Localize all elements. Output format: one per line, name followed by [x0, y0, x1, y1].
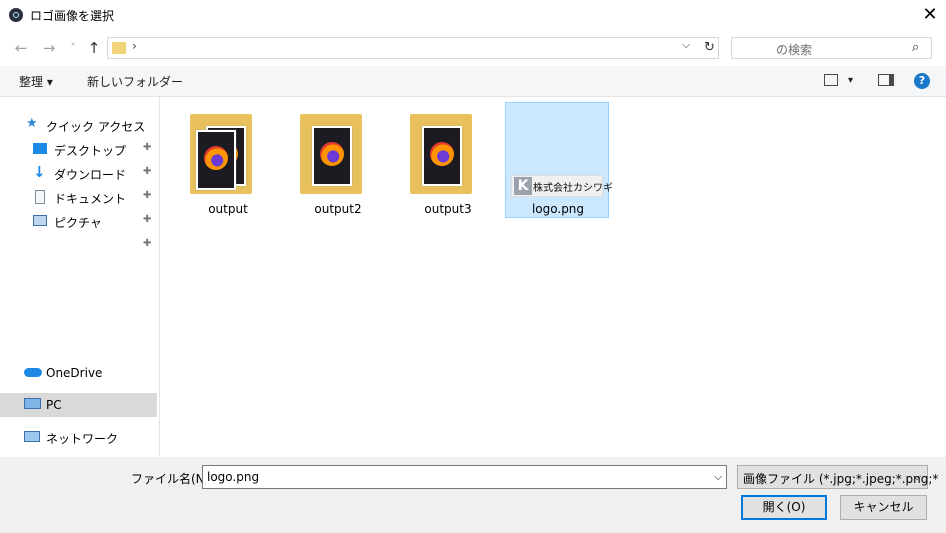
firefox-thumbnail: [312, 126, 352, 186]
logo-thumbnail: K 株式会社カシワギ: [511, 175, 613, 197]
chevron-down-icon[interactable]: ⌵: [913, 470, 921, 484]
sidebar-item-onedrive[interactable]: OneDrive: [0, 361, 157, 385]
file-name: output3: [424, 202, 472, 216]
filetype-select[interactable]: 画像ファイル (*.jpg;*.jpeg;*.png;* ⌵: [737, 465, 938, 489]
view-icon[interactable]: [824, 74, 838, 86]
app-icon: [9, 8, 23, 22]
document-icon: [35, 190, 45, 204]
sidebar-item-network[interactable]: ネットワーク: [0, 425, 157, 449]
sidebar-item-pc[interactable]: PC: [0, 393, 157, 417]
preview-pane-icon[interactable]: [878, 74, 894, 86]
download-icon: ↓: [33, 163, 46, 181]
logo-letter: K: [514, 177, 532, 195]
view-dropdown-icon[interactable]: ▾: [848, 75, 853, 86]
cloud-icon: [24, 368, 42, 377]
window-title: ロゴ画像を選択: [30, 9, 115, 23]
star-icon: ★: [26, 116, 38, 131]
sidebar-item-quick-access[interactable]: ★ クイック アクセス: [0, 113, 157, 137]
pin-icon: ✚: [143, 190, 152, 201]
sidebar-item-label: ネットワーク: [46, 432, 119, 446]
filetype-value: 画像ファイル (*.jpg;*.jpeg;*.png;*: [743, 472, 939, 486]
address-bar[interactable]: ›: [107, 37, 719, 59]
filename-input[interactable]: logo.png ⌵: [202, 465, 727, 489]
file-item-output3[interactable]: output3: [396, 102, 500, 218]
open-button[interactable]: 開く(O): [741, 495, 827, 520]
file-item-output[interactable]: output: [176, 102, 280, 218]
pc-icon: [24, 398, 41, 409]
forward-arrow-icon[interactable]: →: [38, 36, 60, 60]
file-item-output2[interactable]: output2: [286, 102, 390, 218]
breadcrumb-chevron-icon[interactable]: ›: [132, 39, 137, 53]
sidebar-item-label: ドキュメント: [54, 192, 127, 206]
desktop-icon: [33, 143, 47, 154]
file-name: output: [208, 202, 248, 216]
sidebar-item-label: デスクトップ: [54, 144, 127, 158]
sidebar-item-label: ダウンロード: [54, 168, 127, 182]
pin-icon: ✚: [143, 142, 152, 153]
help-icon[interactable]: ?: [914, 73, 930, 89]
cancel-button[interactable]: キャンセル: [840, 495, 927, 520]
new-folder-button[interactable]: 新しいフォルダー: [87, 73, 183, 90]
search-placeholder: の検索: [776, 43, 813, 57]
folder-icon: [112, 42, 126, 54]
sidebar-item-label: OneDrive: [46, 366, 103, 380]
pictures-icon: [33, 215, 47, 226]
sidebar-item-downloads[interactable]: ↓ ダウンロード ✚: [0, 161, 157, 185]
file-name: output2: [314, 202, 362, 216]
refresh-icon[interactable]: ↻: [700, 37, 719, 59]
title-bar: ロゴ画像を選択 ✕: [0, 0, 946, 31]
sidebar-item-documents[interactable]: ドキュメント ✚: [0, 185, 157, 209]
organize-button[interactable]: 整理 ▾: [19, 73, 53, 90]
pin-icon: ✚: [143, 238, 152, 249]
pin-icon: ✚: [143, 214, 152, 225]
firefox-thumbnail: [422, 126, 462, 186]
sidebar-item-label: ピクチャ: [54, 216, 102, 230]
firefox-thumbnail: [196, 130, 236, 190]
search-box[interactable]: の検索 ⌕: [731, 37, 932, 59]
back-arrow-icon[interactable]: ←: [10, 36, 32, 60]
sidebar-pin-slot: ✚: [0, 233, 157, 257]
pin-icon: ✚: [143, 166, 152, 177]
network-icon: [24, 431, 40, 442]
file-name: logo.png: [531, 202, 585, 216]
chevron-down-icon[interactable]: ⌵: [714, 470, 722, 484]
recent-locations-icon[interactable]: ˅: [62, 36, 84, 60]
sidebar-item-pictures[interactable]: ピクチャ ✚: [0, 209, 157, 233]
address-dropdown-icon[interactable]: ⌵: [682, 38, 690, 52]
sidebar-item-label: クイック アクセス: [46, 120, 146, 134]
filename-value[interactable]: logo.png: [207, 470, 259, 484]
close-button[interactable]: ✕: [916, 2, 944, 28]
logo-text: 株式会社カシワギ: [533, 183, 613, 194]
sidebar-item-desktop[interactable]: デスクトップ ✚: [0, 137, 157, 161]
sidebar-item-label: PC: [46, 398, 62, 412]
up-arrow-icon[interactable]: ↑: [83, 36, 105, 60]
file-item-logo[interactable]: K 株式会社カシワギ logo.png: [505, 102, 613, 218]
search-icon[interactable]: ⌕: [912, 40, 919, 55]
